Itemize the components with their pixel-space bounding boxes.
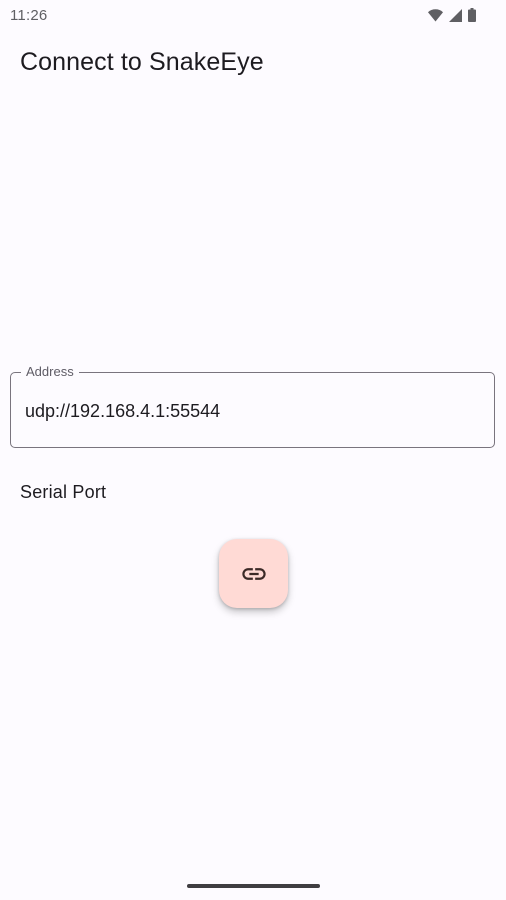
- status-icons: [428, 8, 476, 22]
- gesture-nav-handle[interactable]: [187, 884, 320, 888]
- address-input[interactable]: [25, 399, 465, 423]
- serial-port-label[interactable]: Serial Port: [20, 482, 106, 503]
- address-field-label: Address: [21, 363, 79, 381]
- status-bar: 11:26: [0, 0, 506, 32]
- link-icon: [240, 560, 268, 588]
- address-field[interactable]: Address: [10, 363, 495, 448]
- connect-button[interactable]: [219, 539, 288, 608]
- cell-signal-icon: [449, 8, 462, 22]
- status-time: 11:26: [10, 7, 48, 24]
- wifi-icon: [428, 8, 443, 22]
- page-title: Connect to SnakeEye: [20, 48, 264, 76]
- battery-icon: [468, 8, 476, 22]
